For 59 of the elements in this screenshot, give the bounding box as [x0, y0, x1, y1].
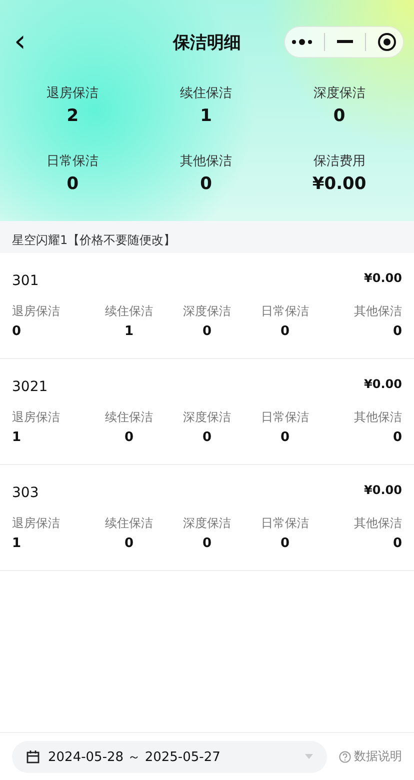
stat-label: 深度保洁 — [313, 85, 366, 102]
stat-label: 日常保洁 — [46, 153, 99, 170]
stat-value: 0 — [392, 324, 402, 339]
stat-value: 0 — [392, 430, 402, 445]
stat-value: 0 — [280, 324, 290, 339]
room-amount: ¥0.00 — [364, 377, 402, 391]
stat-value: 0 — [333, 106, 346, 126]
stat-value: 0 — [202, 536, 212, 551]
stat-label: 其他保洁 — [354, 515, 402, 532]
stat-label: 续住保洁 — [105, 515, 153, 532]
stat-value: 0 — [66, 174, 79, 194]
stat-value: 0 — [280, 536, 290, 551]
stat-value: 0 — [392, 536, 402, 551]
dropdown-icon — [305, 754, 313, 759]
stat-label: 日常保洁 — [261, 409, 309, 426]
stat-label: 日常保洁 — [261, 303, 309, 320]
stat-value: 0 — [12, 324, 22, 339]
room-number: 303 — [12, 485, 39, 501]
page-title: 保洁明细 — [173, 32, 241, 54]
stat-label: 续住保洁 — [105, 409, 153, 426]
room-amount: ¥0.00 — [364, 483, 402, 497]
stat-label: 续住保洁 — [105, 303, 153, 320]
stat-label: 其他保洁 — [180, 153, 232, 170]
stat-value: 0 — [202, 324, 212, 339]
stat-label: 日常保洁 — [261, 515, 309, 532]
more-icon[interactable] — [290, 38, 313, 46]
stat-label: 保洁费用 — [313, 153, 366, 170]
stat-value: 1 — [12, 430, 22, 445]
stat-label: 退房保洁 — [46, 85, 99, 102]
stat-value: 1 — [200, 106, 212, 126]
stat-value: 0 — [280, 430, 290, 445]
stat-label: 退房保洁 — [12, 409, 60, 426]
room-number: 301 — [12, 273, 39, 289]
stat-label: 续住保洁 — [180, 85, 232, 102]
stat-value: 0 — [202, 430, 212, 445]
stat-label: 深度保洁 — [183, 303, 231, 320]
date-range-picker[interactable]: 2024-05-28 ～ 2025-05-27 — [12, 740, 327, 772]
back-button[interactable]: ‹ — [14, 27, 34, 57]
stat-value: 1 — [12, 536, 22, 551]
stat-label: 其他保洁 — [354, 303, 402, 320]
data-help-link[interactable]: 数据说明 — [339, 748, 402, 765]
room-amount: ¥0.00 — [364, 271, 402, 285]
stat-value: ¥0.00 — [312, 174, 366, 194]
room-number: 3021 — [12, 379, 48, 395]
group-title: 星空闪耀1【价格不要随便改】 — [12, 233, 176, 247]
stat-value: 1 — [124, 324, 134, 339]
stat-label: 退房保洁 — [12, 515, 60, 532]
stat-value: 0 — [200, 174, 212, 194]
stat-value: 0 — [124, 430, 134, 445]
minimize-icon[interactable] — [336, 40, 353, 44]
stat-value: 2 — [66, 106, 79, 126]
help-icon — [339, 750, 351, 762]
close-icon[interactable] — [377, 32, 398, 52]
stat-label: 退房保洁 — [12, 303, 60, 320]
stat-label: 深度保洁 — [183, 409, 231, 426]
calendar-icon — [26, 750, 40, 764]
stat-value: 0 — [124, 536, 134, 551]
stat-label: 其他保洁 — [354, 409, 402, 426]
stat-label: 深度保洁 — [183, 515, 231, 532]
